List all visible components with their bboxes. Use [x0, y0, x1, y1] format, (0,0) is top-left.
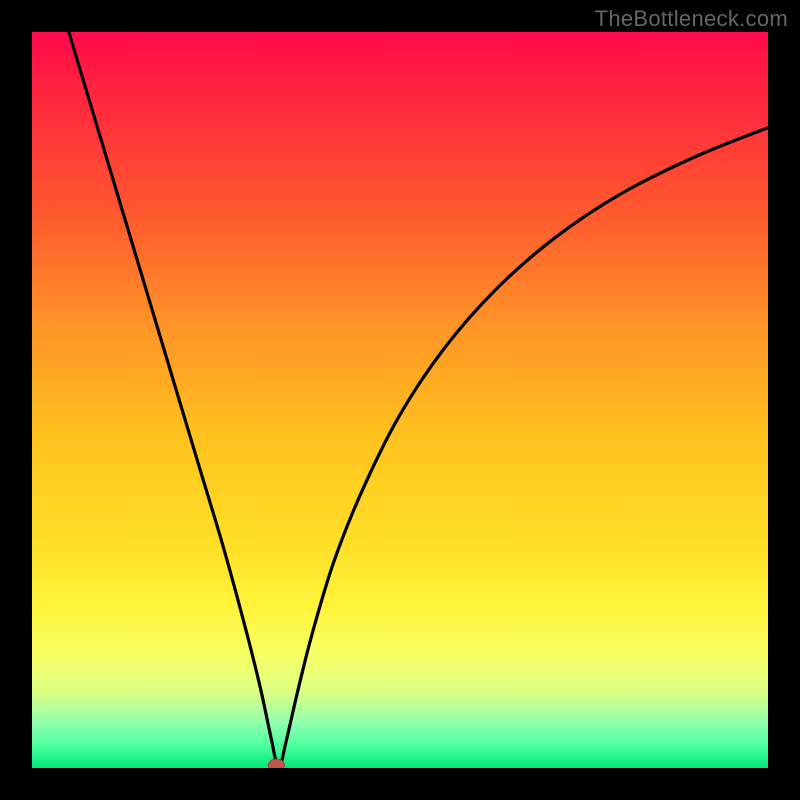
gradient-background	[32, 32, 768, 768]
watermark-text: TheBottleneck.com	[595, 6, 788, 32]
outer-frame: TheBottleneck.com	[0, 0, 800, 800]
plot-area	[32, 32, 768, 768]
bottleneck-chart	[32, 32, 768, 768]
minimum-marker	[268, 759, 284, 768]
